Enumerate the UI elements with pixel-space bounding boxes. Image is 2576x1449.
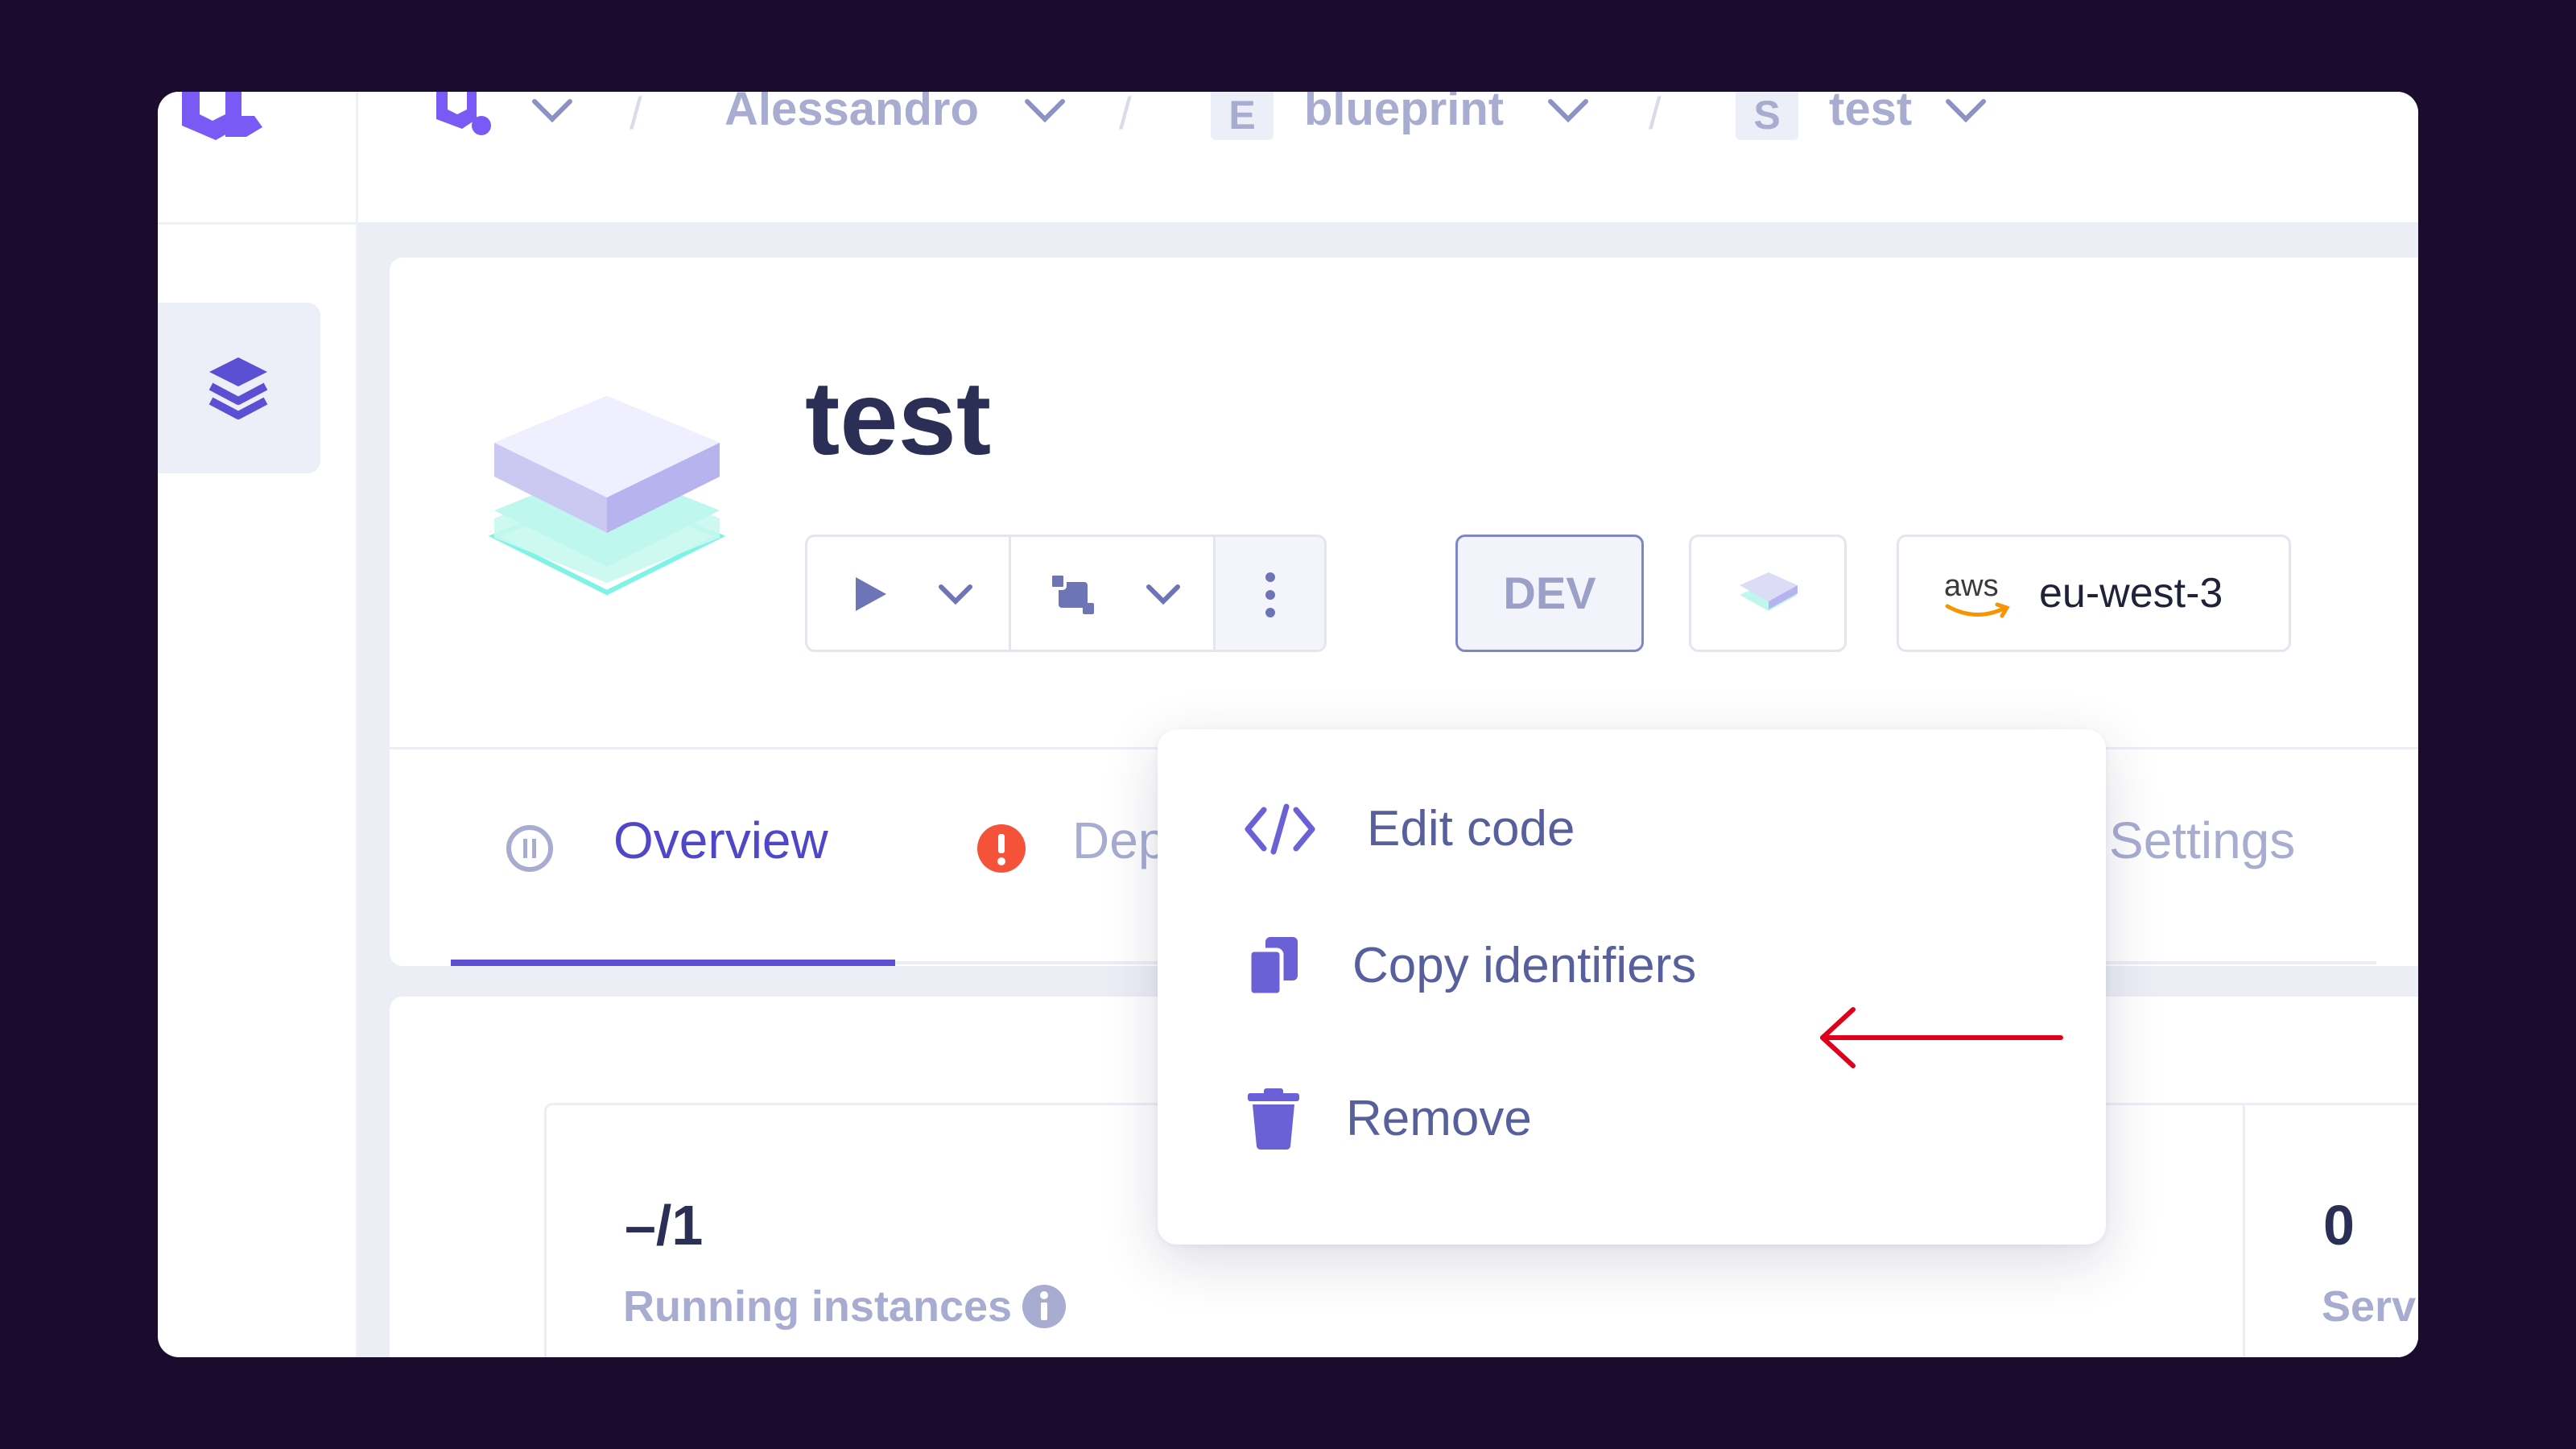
running-instances-value: –/1 xyxy=(625,1194,704,1257)
chevron-down-icon[interactable] xyxy=(936,582,975,606)
tab-overview[interactable]: Overview xyxy=(613,800,828,881)
divider xyxy=(158,222,357,225)
region-label: eu-west-3 xyxy=(2039,570,2223,617)
breadcrumb-separator: / xyxy=(1649,92,1662,138)
divider xyxy=(2243,1103,2245,1357)
app-window: / Alessandro / E blueprint / S test test xyxy=(158,92,2418,1357)
second-stat-value: 0 xyxy=(2323,1194,2355,1257)
org-logo-icon[interactable] xyxy=(431,92,496,143)
environment-type-badge[interactable]: DEV xyxy=(1455,535,1644,652)
trash-icon xyxy=(1248,1088,1299,1150)
more-actions-menu: Edit code Copy identifiers Remove xyxy=(1158,729,2106,1245)
breadcrumb-separator: / xyxy=(630,92,642,138)
copy-icon xyxy=(1247,937,1298,997)
running-instances-label: Running instances xyxy=(623,1282,1013,1331)
environment-badge: S xyxy=(1736,92,1798,140)
divider xyxy=(1009,537,1011,650)
cloud-region-badge[interactable]: aws eu-west-3 xyxy=(1897,535,2291,652)
tab-settings[interactable]: Settings xyxy=(2109,800,2295,881)
sidebar-item-services[interactable] xyxy=(158,303,320,473)
aws-smile-icon xyxy=(1945,602,2010,618)
chevron-down-icon[interactable] xyxy=(1144,582,1183,606)
service-title: test xyxy=(805,359,992,477)
project-badge: E xyxy=(1211,92,1274,140)
chevron-down-icon[interactable] xyxy=(530,95,575,127)
chevron-down-icon[interactable] xyxy=(1546,95,1591,127)
active-tab-indicator xyxy=(451,960,895,966)
status-paused-icon xyxy=(506,825,553,872)
breadcrumb-environment[interactable]: test xyxy=(1829,92,1912,134)
breadcrumb-org[interactable]: Alessandro xyxy=(724,92,979,134)
environment-icon-button[interactable] xyxy=(1689,535,1847,652)
qovery-logo-icon xyxy=(182,92,262,140)
menu-item-remove[interactable]: Remove xyxy=(1190,1071,2075,1167)
deploy-icon[interactable] xyxy=(1047,571,1096,616)
menu-item-copy-identifiers[interactable]: Copy identifiers xyxy=(1190,918,2075,1014)
menu-item-label: Copy identifiers xyxy=(1352,938,1697,993)
top-navigation: / Alessandro / E blueprint / S test xyxy=(158,92,2418,222)
layers-icon xyxy=(208,357,268,419)
sidebar-border xyxy=(356,92,358,1357)
code-icon xyxy=(1245,803,1315,855)
menu-item-label: Edit code xyxy=(1367,801,1575,857)
breadcrumb-separator: / xyxy=(1119,92,1132,138)
second-stat-label: Serv xyxy=(2322,1282,2417,1331)
info-icon[interactable] xyxy=(1021,1283,1067,1330)
chevron-down-icon[interactable] xyxy=(1943,95,1988,127)
cube-icon xyxy=(1740,572,1798,611)
menu-item-edit-code[interactable]: Edit code xyxy=(1190,781,2075,877)
error-icon xyxy=(977,824,1026,873)
breadcrumb-project[interactable]: blueprint xyxy=(1304,92,1504,134)
menu-body: Edit code Copy identifiers Remove xyxy=(1158,729,2106,1245)
more-vertical-icon xyxy=(1265,572,1275,617)
service-illustration-icon xyxy=(488,396,726,596)
service-actions-group xyxy=(805,535,1327,652)
chevron-down-icon[interactable] xyxy=(1022,95,1067,127)
more-actions-button[interactable] xyxy=(1216,537,1324,650)
annotation-arrow-icon xyxy=(1820,1007,2063,1068)
aws-logo-text: aws xyxy=(1944,569,1999,603)
play-icon[interactable] xyxy=(851,574,890,614)
app-logo[interactable] xyxy=(158,92,357,222)
tab-deployments[interactable]: Dep xyxy=(1072,800,1166,881)
menu-item-label: Remove xyxy=(1346,1091,1532,1146)
